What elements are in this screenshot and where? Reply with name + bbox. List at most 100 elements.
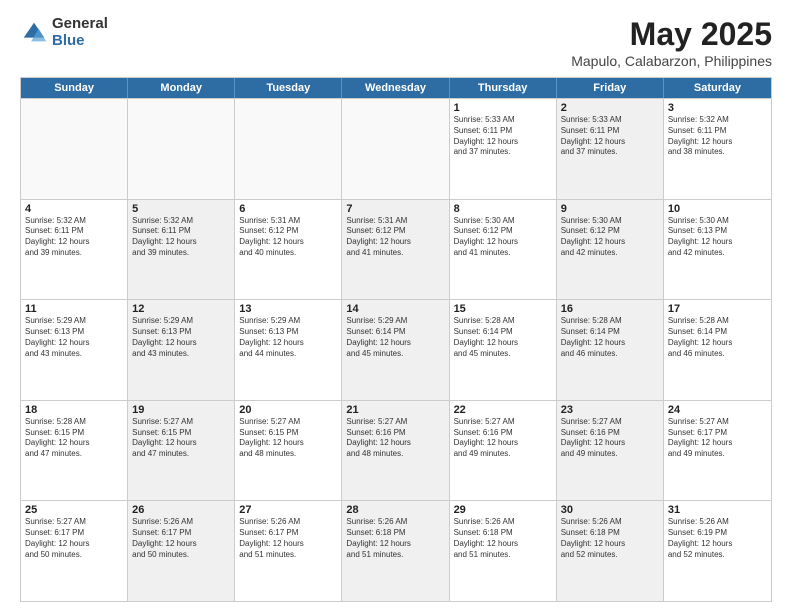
day-cell-24: 24Sunrise: 5:27 AM Sunset: 6:17 PM Dayli… [664,401,771,501]
day-info: Sunrise: 5:29 AM Sunset: 6:13 PM Dayligh… [132,316,230,359]
week-row-2: 4Sunrise: 5:32 AM Sunset: 6:11 PM Daylig… [21,199,771,300]
day-cell-31: 31Sunrise: 5:26 AM Sunset: 6:19 PM Dayli… [664,501,771,601]
day-cell-20: 20Sunrise: 5:27 AM Sunset: 6:15 PM Dayli… [235,401,342,501]
logo-blue: Blue [52,33,108,50]
day-cell-28: 28Sunrise: 5:26 AM Sunset: 6:18 PM Dayli… [342,501,449,601]
logo-general: General [52,16,108,33]
day-cell-6: 6Sunrise: 5:31 AM Sunset: 6:12 PM Daylig… [235,200,342,300]
day-info: Sunrise: 5:26 AM Sunset: 6:18 PM Dayligh… [561,517,659,560]
week-row-4: 18Sunrise: 5:28 AM Sunset: 6:15 PM Dayli… [21,400,771,501]
day-cell-10: 10Sunrise: 5:30 AM Sunset: 6:13 PM Dayli… [664,200,771,300]
day-cell-3: 3Sunrise: 5:32 AM Sunset: 6:11 PM Daylig… [664,99,771,199]
day-cell-2: 2Sunrise: 5:33 AM Sunset: 6:11 PM Daylig… [557,99,664,199]
logo-icon [20,19,48,47]
day-number: 21 [346,404,444,416]
day-info: Sunrise: 5:33 AM Sunset: 6:11 PM Dayligh… [454,115,552,158]
day-number: 26 [132,504,230,516]
day-info: Sunrise: 5:27 AM Sunset: 6:15 PM Dayligh… [239,417,337,460]
day-info: Sunrise: 5:28 AM Sunset: 6:15 PM Dayligh… [25,417,123,460]
calendar-body: 1Sunrise: 5:33 AM Sunset: 6:11 PM Daylig… [21,98,771,601]
day-number: 17 [668,303,767,315]
day-cell-7: 7Sunrise: 5:31 AM Sunset: 6:12 PM Daylig… [342,200,449,300]
day-cell-26: 26Sunrise: 5:26 AM Sunset: 6:17 PM Dayli… [128,501,235,601]
day-number: 12 [132,303,230,315]
day-info: Sunrise: 5:26 AM Sunset: 6:18 PM Dayligh… [454,517,552,560]
day-number: 5 [132,203,230,215]
day-number: 9 [561,203,659,215]
week-row-1: 1Sunrise: 5:33 AM Sunset: 6:11 PM Daylig… [21,98,771,199]
day-cell-1: 1Sunrise: 5:33 AM Sunset: 6:11 PM Daylig… [450,99,557,199]
day-cell-4: 4Sunrise: 5:32 AM Sunset: 6:11 PM Daylig… [21,200,128,300]
day-number: 31 [668,504,767,516]
day-header-monday: Monday [128,78,235,98]
page: General Blue May 2025 Mapulo, Calabarzon… [0,0,792,612]
day-cell-21: 21Sunrise: 5:27 AM Sunset: 6:16 PM Dayli… [342,401,449,501]
day-info: Sunrise: 5:30 AM Sunset: 6:12 PM Dayligh… [561,216,659,259]
week-row-5: 25Sunrise: 5:27 AM Sunset: 6:17 PM Dayli… [21,500,771,601]
day-number: 29 [454,504,552,516]
day-cell-19: 19Sunrise: 5:27 AM Sunset: 6:15 PM Dayli… [128,401,235,501]
day-number: 30 [561,504,659,516]
calendar: SundayMondayTuesdayWednesdayThursdayFrid… [20,77,772,602]
day-info: Sunrise: 5:27 AM Sunset: 6:17 PM Dayligh… [25,517,123,560]
day-info: Sunrise: 5:26 AM Sunset: 6:17 PM Dayligh… [132,517,230,560]
day-info: Sunrise: 5:27 AM Sunset: 6:16 PM Dayligh… [346,417,444,460]
day-info: Sunrise: 5:28 AM Sunset: 6:14 PM Dayligh… [454,316,552,359]
main-title: May 2025 [571,16,772,53]
day-number: 1 [454,102,552,114]
day-number: 6 [239,203,337,215]
week-row-3: 11Sunrise: 5:29 AM Sunset: 6:13 PM Dayli… [21,299,771,400]
day-info: Sunrise: 5:29 AM Sunset: 6:14 PM Dayligh… [346,316,444,359]
calendar-header: SundayMondayTuesdayWednesdayThursdayFrid… [21,78,771,98]
day-info: Sunrise: 5:27 AM Sunset: 6:15 PM Dayligh… [132,417,230,460]
day-info: Sunrise: 5:28 AM Sunset: 6:14 PM Dayligh… [668,316,767,359]
day-header-friday: Friday [557,78,664,98]
logo-text: General Blue [52,16,108,49]
day-cell-22: 22Sunrise: 5:27 AM Sunset: 6:16 PM Dayli… [450,401,557,501]
day-info: Sunrise: 5:28 AM Sunset: 6:14 PM Dayligh… [561,316,659,359]
day-info: Sunrise: 5:31 AM Sunset: 6:12 PM Dayligh… [239,216,337,259]
day-header-tuesday: Tuesday [235,78,342,98]
day-info: Sunrise: 5:33 AM Sunset: 6:11 PM Dayligh… [561,115,659,158]
day-number: 22 [454,404,552,416]
day-number: 8 [454,203,552,215]
header: General Blue May 2025 Mapulo, Calabarzon… [20,16,772,69]
day-info: Sunrise: 5:30 AM Sunset: 6:12 PM Dayligh… [454,216,552,259]
day-cell-30: 30Sunrise: 5:26 AM Sunset: 6:18 PM Dayli… [557,501,664,601]
day-number: 13 [239,303,337,315]
day-number: 15 [454,303,552,315]
day-cell-14: 14Sunrise: 5:29 AM Sunset: 6:14 PM Dayli… [342,300,449,400]
day-info: Sunrise: 5:26 AM Sunset: 6:19 PM Dayligh… [668,517,767,560]
day-header-saturday: Saturday [664,78,771,98]
day-number: 19 [132,404,230,416]
day-number: 2 [561,102,659,114]
day-cell-23: 23Sunrise: 5:27 AM Sunset: 6:16 PM Dayli… [557,401,664,501]
day-cell-16: 16Sunrise: 5:28 AM Sunset: 6:14 PM Dayli… [557,300,664,400]
day-cell-27: 27Sunrise: 5:26 AM Sunset: 6:17 PM Dayli… [235,501,342,601]
day-info: Sunrise: 5:32 AM Sunset: 6:11 PM Dayligh… [132,216,230,259]
subtitle: Mapulo, Calabarzon, Philippines [571,53,772,69]
empty-cell [128,99,235,199]
day-number: 16 [561,303,659,315]
day-info: Sunrise: 5:32 AM Sunset: 6:11 PM Dayligh… [25,216,123,259]
day-info: Sunrise: 5:27 AM Sunset: 6:16 PM Dayligh… [454,417,552,460]
day-info: Sunrise: 5:32 AM Sunset: 6:11 PM Dayligh… [668,115,767,158]
day-number: 10 [668,203,767,215]
day-cell-8: 8Sunrise: 5:30 AM Sunset: 6:12 PM Daylig… [450,200,557,300]
day-info: Sunrise: 5:26 AM Sunset: 6:17 PM Dayligh… [239,517,337,560]
empty-cell [342,99,449,199]
day-cell-18: 18Sunrise: 5:28 AM Sunset: 6:15 PM Dayli… [21,401,128,501]
day-cell-17: 17Sunrise: 5:28 AM Sunset: 6:14 PM Dayli… [664,300,771,400]
day-number: 18 [25,404,123,416]
day-number: 24 [668,404,767,416]
day-number: 3 [668,102,767,114]
day-cell-15: 15Sunrise: 5:28 AM Sunset: 6:14 PM Dayli… [450,300,557,400]
logo: General Blue [20,16,108,49]
title-block: May 2025 Mapulo, Calabarzon, Philippines [571,16,772,69]
day-cell-5: 5Sunrise: 5:32 AM Sunset: 6:11 PM Daylig… [128,200,235,300]
day-number: 25 [25,504,123,516]
day-number: 11 [25,303,123,315]
day-info: Sunrise: 5:29 AM Sunset: 6:13 PM Dayligh… [25,316,123,359]
day-cell-12: 12Sunrise: 5:29 AM Sunset: 6:13 PM Dayli… [128,300,235,400]
day-cell-25: 25Sunrise: 5:27 AM Sunset: 6:17 PM Dayli… [21,501,128,601]
